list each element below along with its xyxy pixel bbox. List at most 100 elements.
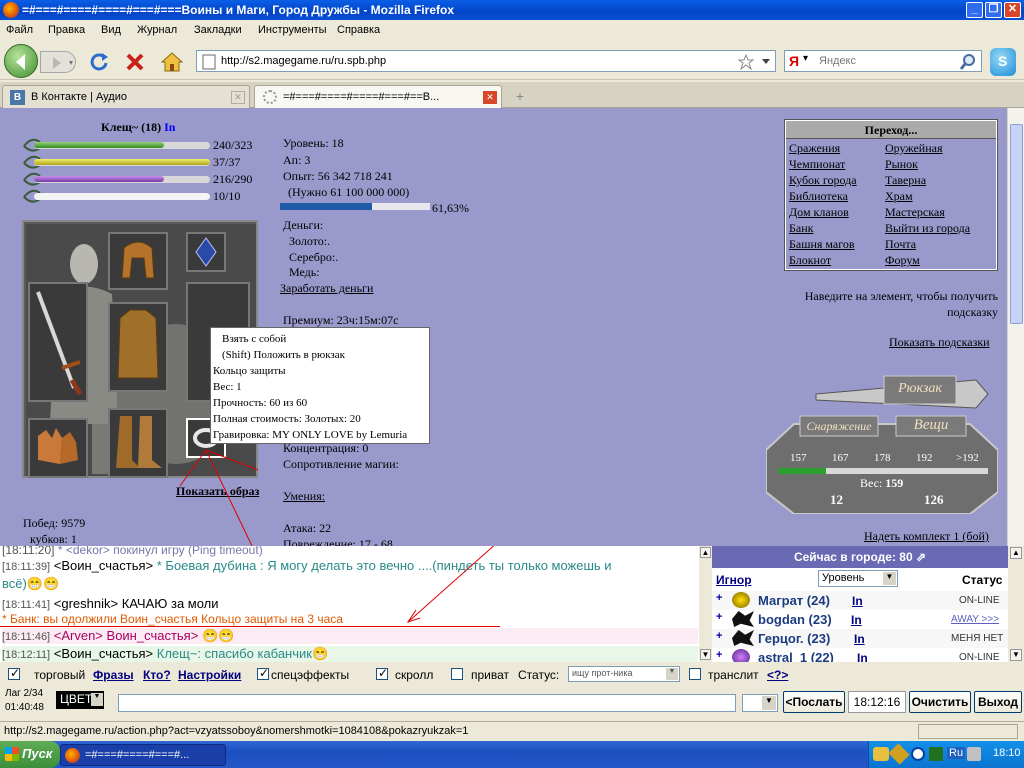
page-scrollbar[interactable] xyxy=(1007,108,1024,546)
title-bar[interactable]: =#===#====#====#===#===Воины и Маги, Гор… xyxy=(0,0,1024,20)
scroll-label: скролл xyxy=(395,668,434,682)
status-bar: http://s2.magegame.ru/action.php?act=vzy… xyxy=(0,721,1024,741)
scroll-up-icon[interactable]: ▲ xyxy=(700,547,711,558)
tab-close-icon[interactable]: ✕ xyxy=(483,91,497,104)
menu-tools[interactable]: Инструменты xyxy=(258,24,327,36)
tray-clock: 18:10 xyxy=(993,747,1021,759)
window-title: =#===#====#====#===#===Воины и Маги, Гор… xyxy=(22,3,454,17)
system-tray: Ru 18:10 xyxy=(868,741,1024,768)
tooltip-durability: Прочность: 60 из 60 xyxy=(213,397,308,409)
menu-edit[interactable]: Правка xyxy=(48,24,85,36)
translit-label: транслит xyxy=(708,668,759,682)
user-status: ON-LINE xyxy=(959,652,1000,662)
trade-checkbox[interactable] xyxy=(8,666,20,680)
menu-file[interactable]: Файл xyxy=(6,24,33,36)
stop-icon[interactable] xyxy=(124,51,146,73)
forward-button[interactable] xyxy=(40,51,76,73)
sort-select[interactable]: Уровень ▼ xyxy=(818,570,898,587)
taskbar-firefox-window[interactable]: =#===#====#===#... xyxy=(60,744,226,766)
yandex-logo-icon: Я xyxy=(789,53,800,69)
search-icon[interactable] xyxy=(959,53,977,71)
vk-icon: B xyxy=(10,90,25,105)
ignore-link[interactable]: Игнор xyxy=(716,573,752,587)
search-engine-dropdown-icon[interactable]: ▾ xyxy=(803,53,808,64)
tab-game[interactable]: =#===#====#====#===#==В... ✕ xyxy=(254,85,502,108)
popout-icon[interactable]: ⇗ xyxy=(916,550,926,564)
scroll-up-icon[interactable]: ▲ xyxy=(1010,547,1022,559)
status-url: http://s2.magegame.ru/action.php?act=vzy… xyxy=(4,725,469,737)
menu-view[interactable]: Вид xyxy=(101,24,121,36)
home-icon[interactable] xyxy=(160,50,184,74)
users-panel: Сейчас в городе: 80 ⇗ Игнор Уровень ▼ Ста… xyxy=(712,546,1008,662)
chat-log: [18:11:20] * <dekor> покинул игру (Ping … xyxy=(0,546,712,662)
chat-scrollbar[interactable]: ▲ ▼ xyxy=(699,546,712,662)
scroll-down-icon[interactable]: ▼ xyxy=(1010,649,1022,661)
user-row[interactable]: + astral_1 (22) In ON-LINE xyxy=(712,648,1008,662)
users-scrollbar[interactable]: ▲ ▼ xyxy=(1008,546,1024,662)
chevron-down-icon: ▼ xyxy=(91,693,103,706)
minimize-button[interactable]: _ xyxy=(966,2,983,18)
user-row[interactable]: + bogdan (23) In AWAY >>> xyxy=(712,610,1008,629)
exit-button[interactable]: Выход xyxy=(974,691,1022,713)
send-button[interactable]: <Послать xyxy=(783,691,845,713)
user-row[interactable]: + Герцог. (23) In МЕНЯ НЕТ xyxy=(712,629,1008,648)
recipient-select[interactable]: ▼ xyxy=(742,694,778,712)
clear-button[interactable]: Очистить xyxy=(909,691,971,713)
effects-checkbox[interactable] xyxy=(257,666,269,680)
menu-bookmarks[interactable]: Закладки xyxy=(194,24,242,36)
monitor-icon[interactable] xyxy=(929,747,943,761)
phrases-link[interactable]: Фразы xyxy=(93,668,134,682)
menu-history[interactable]: Журнал xyxy=(137,24,177,36)
plus-icon: + xyxy=(716,611,723,623)
private-checkbox[interactable] xyxy=(451,668,463,680)
color-select[interactable]: ЦВЕТ ▼ xyxy=(56,691,104,709)
url-bar[interactable]: http://s2.magegame.ru/ru.spb.php xyxy=(196,50,776,72)
url-dropdown-icon[interactable] xyxy=(761,58,771,66)
user-status: МЕНЯ НЕТ xyxy=(951,633,1004,644)
lag-time: 01:40:48 xyxy=(5,702,44,713)
pencil-icon[interactable] xyxy=(888,743,910,765)
back-arrow-icon xyxy=(16,54,25,70)
network-icon[interactable] xyxy=(873,747,889,761)
scroll-checkbox[interactable] xyxy=(376,666,388,680)
translit-checkbox[interactable] xyxy=(689,668,701,680)
progress-area xyxy=(918,724,1018,739)
status-select[interactable]: ищу прот-ника ▼ xyxy=(568,666,680,682)
search-bar[interactable]: Я ▾ Яндекс xyxy=(784,50,982,72)
chat-message-input[interactable] xyxy=(118,694,736,712)
scrollbar-thumb[interactable] xyxy=(1010,124,1023,324)
annotation-arrow xyxy=(406,546,495,623)
skype-icon[interactable]: S xyxy=(990,48,1016,76)
tab-label: В Контакте | Аудио xyxy=(31,91,127,103)
start-button[interactable]: Пуск xyxy=(0,741,60,768)
search-placeholder: Яндекс xyxy=(819,55,856,67)
clan-icon xyxy=(732,611,754,627)
menu-help[interactable]: Справка xyxy=(337,24,380,36)
disk-icon[interactable] xyxy=(911,747,925,761)
tab-vkontakte[interactable]: B В Контакте | Аудио ✕ xyxy=(2,85,250,108)
close-button[interactable]: ✕ xyxy=(1004,2,1021,18)
volume-icon[interactable] xyxy=(967,747,981,761)
plus-icon: + xyxy=(716,630,723,642)
maximize-button[interactable]: ❐ xyxy=(985,2,1002,18)
tooltip-item-name: Кольцо защиты xyxy=(213,365,286,377)
bookmark-star-icon[interactable] xyxy=(738,54,754,70)
tab-close-icon[interactable]: ✕ xyxy=(231,91,245,104)
windows-logo-icon xyxy=(5,747,19,761)
who-link[interactable]: Кто? xyxy=(143,668,171,682)
url-text: http://s2.magegame.ru/ru.spb.php xyxy=(221,55,387,67)
new-tab-icon[interactable]: + xyxy=(510,88,530,104)
lag: Лаг 2/34 xyxy=(5,688,44,699)
private-label: приват xyxy=(471,668,510,682)
language-indicator[interactable]: Ru xyxy=(947,747,966,759)
item-tooltip: Взять с собой (Shift) Положить в рюкзак … xyxy=(210,327,430,444)
user-row[interactable]: + Маграт (24) In ON-LINE xyxy=(712,591,1008,610)
reload-icon[interactable] xyxy=(88,51,110,73)
tooltip-put: (Shift) Положить в рюкзак xyxy=(222,349,345,361)
back-button[interactable] xyxy=(4,44,38,78)
tooltip-take: Взять с собой xyxy=(222,333,287,345)
scroll-down-icon[interactable]: ▼ xyxy=(700,649,711,660)
translit-help-link[interactable]: <?> xyxy=(767,668,788,682)
effects-label: спецэффекты xyxy=(271,668,350,682)
settings-link[interactable]: Настройки xyxy=(178,668,241,682)
